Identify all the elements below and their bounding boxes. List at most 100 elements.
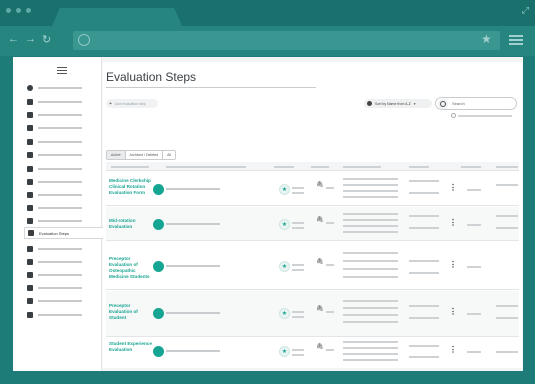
sidebar-item[interactable] [27, 257, 82, 266]
settings-icon [27, 217, 33, 224]
step-name[interactable]: Medicine Clerkship Clinical Rotation Eva… [109, 178, 153, 196]
search-field[interactable]: Search [435, 97, 517, 110]
checklist-icon [28, 230, 34, 236]
more-options-icon[interactable]: ⋮ [449, 218, 457, 227]
table-row[interactable]: Preceptor Evaluation of Osteopathic Medi… [106, 242, 519, 290]
hamburger-icon[interactable] [57, 67, 67, 76]
sidebar: Evaluation Steps [13, 57, 112, 371]
hourglass-icon [27, 124, 33, 131]
card-icon [27, 98, 33, 105]
link-icon [27, 165, 33, 172]
paperclip-icon[interactable]: 🖇 [316, 305, 324, 312]
star-icon[interactable]: ★ [279, 261, 290, 272]
reload-icon[interactable]: ↻ [42, 33, 51, 46]
search-icon[interactable] [438, 98, 448, 109]
play-icon [27, 204, 33, 211]
step-name[interactable]: Mid-rotation Evaluation [109, 218, 153, 230]
user-icon [27, 284, 33, 291]
grid-icon [27, 151, 33, 158]
sidebar-item[interactable] [27, 190, 82, 199]
sidebar-item[interactable] [27, 244, 82, 253]
url-bar[interactable] [73, 31, 500, 50]
sidebar-item[interactable] [27, 177, 82, 186]
help-icon [27, 84, 33, 91]
paperclip-icon[interactable]: 🖇 [316, 181, 324, 188]
table-row[interactable]: Mid-rotation Evaluation ★ 🖇 ⋮ [106, 207, 519, 241]
page-title: Evaluation Steps [106, 70, 197, 84]
sidebar-item[interactable] [27, 110, 82, 119]
star-icon[interactable]: ★ [279, 219, 290, 230]
sort-dropdown[interactable]: Sort by Name from A-Z ▾ [364, 99, 432, 108]
chevron-down-icon: ▾ [413, 101, 416, 106]
paperclip-icon[interactable]: 🖇 [316, 343, 324, 350]
tab-active[interactable]: Active [107, 151, 126, 159]
location-icon [27, 111, 33, 118]
paperclip-icon[interactable]: 🖇 [316, 258, 324, 265]
expand-icon[interactable]: ⤢ [522, 5, 529, 16]
main-panel: Evaluation Steps + Add evaluation step S… [103, 62, 522, 368]
table-header [106, 162, 519, 171]
more-options-icon[interactable]: ⋮ [449, 307, 457, 316]
tab-all[interactable]: All [163, 151, 176, 159]
sidebar-item[interactable] [27, 164, 82, 173]
radio-button[interactable] [451, 113, 456, 118]
browser-menu-icon[interactable] [509, 35, 523, 47]
maximize-dot[interactable] [26, 8, 31, 13]
window-controls [6, 8, 31, 13]
browser-toolbar: ← → ↻ ★ [0, 26, 535, 56]
search-option[interactable] [451, 113, 512, 118]
title-bar: ⤢ [0, 0, 535, 26]
sidebar-item-evaluation-steps[interactable]: Evaluation Steps [24, 227, 112, 239]
sidebar-item[interactable] [27, 83, 82, 92]
forward-icon[interactable]: → [25, 33, 36, 46]
sidebar-item[interactable] [27, 123, 82, 132]
sidebar-item[interactable] [27, 216, 82, 225]
paperclip-icon[interactable]: 🖇 [316, 216, 324, 223]
star-icon[interactable]: ★ [279, 308, 290, 319]
table-row[interactable]: Preceptor Evaluation of Student ★ 🖇 ⋮ [106, 291, 519, 337]
step-name[interactable]: Preceptor Evaluation of Student [109, 303, 153, 321]
title-divider [106, 87, 316, 88]
status-filter-tabs: Active Archived / Deleted All [106, 150, 177, 160]
sidebar-item[interactable] [27, 137, 82, 146]
shield-icon [27, 271, 33, 278]
more-options-icon[interactable]: ⋮ [449, 260, 457, 269]
sidebar-item[interactable] [27, 270, 82, 279]
status-dot [153, 261, 164, 272]
gears-icon [27, 191, 33, 198]
back-icon[interactable]: ← [8, 33, 19, 46]
table-row[interactable]: Medicine Clerkship Clinical Rotation Eva… [106, 172, 519, 206]
sidebar-item[interactable] [27, 150, 82, 159]
sort-icon [367, 101, 372, 106]
step-name[interactable]: Student Experience Evaluation [109, 341, 153, 353]
search-placeholder: Search [452, 101, 465, 106]
sidebar-item[interactable] [27, 310, 82, 319]
star-icon[interactable]: ★ [279, 184, 290, 195]
sidebar-item-label: Evaluation Steps [39, 230, 70, 236]
tools-icon [27, 258, 33, 265]
globe-icon [78, 34, 90, 46]
sidebar-item[interactable] [27, 283, 82, 292]
status-dot [153, 219, 164, 230]
status-dot [153, 308, 164, 319]
tab-archived-deleted[interactable]: Archived / Deleted [125, 151, 164, 159]
browser-tab[interactable] [52, 8, 182, 26]
sidebar-item[interactable] [27, 296, 82, 305]
document-icon [27, 245, 33, 252]
star-icon[interactable]: ★ [279, 346, 290, 357]
cart-icon [27, 311, 33, 318]
step-name[interactable]: Preceptor Evaluation of Osteopathic Medi… [109, 256, 153, 280]
close-dot[interactable] [6, 8, 11, 13]
add-button-label: Add evaluation step [114, 101, 146, 106]
tag-icon [27, 138, 33, 145]
more-options-icon[interactable]: ⋮ [449, 183, 457, 192]
bookmark-star-icon[interactable]: ★ [481, 32, 492, 46]
more-options-icon[interactable]: ⋮ [449, 345, 457, 354]
sidebar-item[interactable] [27, 97, 82, 106]
sidebar-item[interactable] [27, 203, 82, 212]
status-dot [153, 346, 164, 357]
plus-icon: + [109, 100, 112, 107]
add-evaluation-step-button[interactable]: + Add evaluation step [106, 99, 158, 108]
minimize-dot[interactable] [16, 8, 21, 13]
table-row[interactable]: Student Experience Evaluation ★ 🖇 ⋮ [106, 338, 519, 368]
